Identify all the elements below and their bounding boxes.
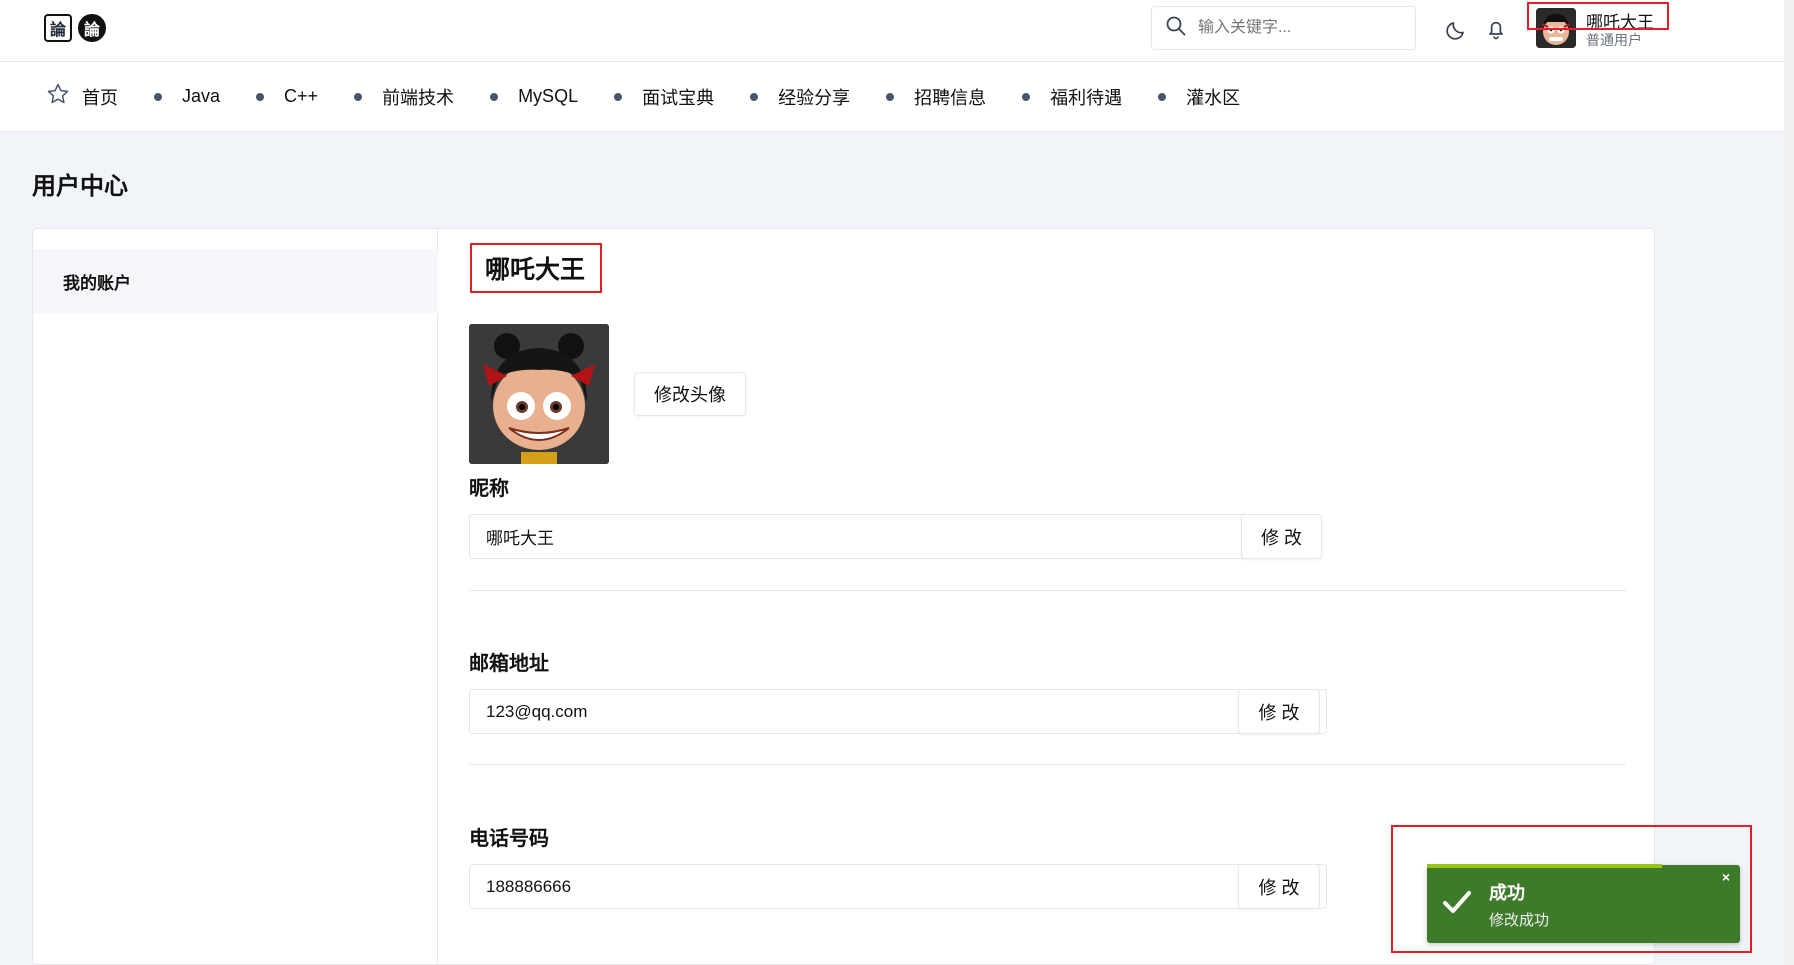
bullet-icon — [256, 92, 265, 101]
toast-progress-bar — [1427, 864, 1662, 868]
bullet-icon — [614, 92, 623, 101]
nav-item-experience[interactable]: 经验分享 — [750, 84, 850, 110]
search-input[interactable] — [1198, 19, 1398, 37]
nav-item-label: Java — [182, 86, 221, 106]
nav-item-label: C++ — [284, 86, 319, 106]
nav-item-frontend[interactable]: 前端技术 — [354, 84, 454, 110]
search-icon — [1166, 16, 1186, 41]
bullet-icon — [750, 92, 759, 101]
checkmark-icon — [1440, 885, 1474, 924]
divider — [469, 590, 1626, 591]
nav-item-label: 前端技术 — [382, 87, 455, 108]
highlight-box-user — [1527, 2, 1669, 30]
site-logo[interactable]: 論 論 — [44, 14, 106, 42]
sidebar-item-my-account[interactable]: 我的账户 — [33, 249, 438, 313]
phone-input[interactable] — [469, 864, 1327, 909]
toast-title: 成功 — [1489, 883, 1525, 903]
change-avatar-button[interactable]: 修改头像 — [634, 372, 746, 416]
email-label: 邮箱地址 — [469, 653, 549, 675]
modify-phone-button[interactable]: 修 改 — [1238, 864, 1320, 909]
nav-item-mysql[interactable]: MySQL — [490, 86, 578, 107]
nav-item-java[interactable]: Java — [154, 86, 220, 107]
page-title: 用户中心 — [32, 173, 128, 200]
bullet-icon — [886, 92, 895, 101]
profile-avatar — [469, 324, 609, 464]
nav-item-label: 经验分享 — [778, 87, 851, 108]
search-box[interactable] — [1151, 6, 1416, 50]
star-icon — [46, 82, 70, 111]
email-input[interactable] — [469, 689, 1327, 734]
success-toast: 成功 修改成功 × — [1427, 865, 1740, 943]
close-icon[interactable]: × — [1722, 869, 1730, 885]
dark-mode-icon[interactable] — [1444, 16, 1470, 42]
profile-name-heading: 哪吒大王 — [470, 243, 602, 293]
logo-glyph: 論 — [44, 14, 72, 42]
divider — [469, 764, 1626, 765]
nav-item-cpp[interactable]: C++ — [256, 86, 318, 107]
nav-item-label: 首页 — [82, 87, 118, 108]
nav-item-label: 灌水区 — [1186, 87, 1241, 108]
page-scrollbar[interactable] — [1784, 0, 1794, 965]
logo-glyph-round: 論 — [78, 14, 106, 42]
bullet-icon — [354, 92, 363, 101]
modify-email-button[interactable]: 修 改 — [1238, 689, 1320, 734]
nav-item-label: 福利待遇 — [1050, 87, 1123, 108]
nav-item-jobs[interactable]: 招聘信息 — [886, 84, 986, 110]
nav-item-interview[interactable]: 面试宝典 — [614, 84, 714, 110]
nickname-input[interactable] — [469, 514, 1321, 559]
bullet-icon — [490, 92, 499, 101]
nav-item-water[interactable]: 灌水区 — [1158, 84, 1240, 110]
header-user-role: 普通用户 — [1586, 32, 1642, 48]
bullet-icon — [1158, 92, 1167, 101]
nav-item-home[interactable]: 首页 — [46, 82, 118, 111]
modify-nickname-button[interactable]: 修 改 — [1241, 514, 1322, 559]
nav-item-label: 招聘信息 — [914, 87, 987, 108]
nav-item-benefits[interactable]: 福利待遇 — [1022, 84, 1122, 110]
nav-item-label: 面试宝典 — [642, 87, 715, 108]
bell-icon[interactable] — [1483, 16, 1509, 42]
phone-label: 电话号码 — [469, 828, 549, 850]
nickname-label: 昵称 — [469, 478, 509, 500]
category-nav: 首页 Java C++ 前端技术 MySQL 面试宝典 经验分享 招聘信息 福利… — [0, 62, 1794, 132]
bullet-icon — [154, 92, 162, 101]
top-header: 論 論 哪吒大王 普通用户 — [0, 0, 1794, 62]
nav-item-label: MySQL — [518, 86, 579, 106]
account-sidebar: 我的账户 — [33, 229, 438, 965]
toast-message: 修改成功 — [1489, 912, 1550, 929]
bullet-icon — [1022, 92, 1031, 101]
